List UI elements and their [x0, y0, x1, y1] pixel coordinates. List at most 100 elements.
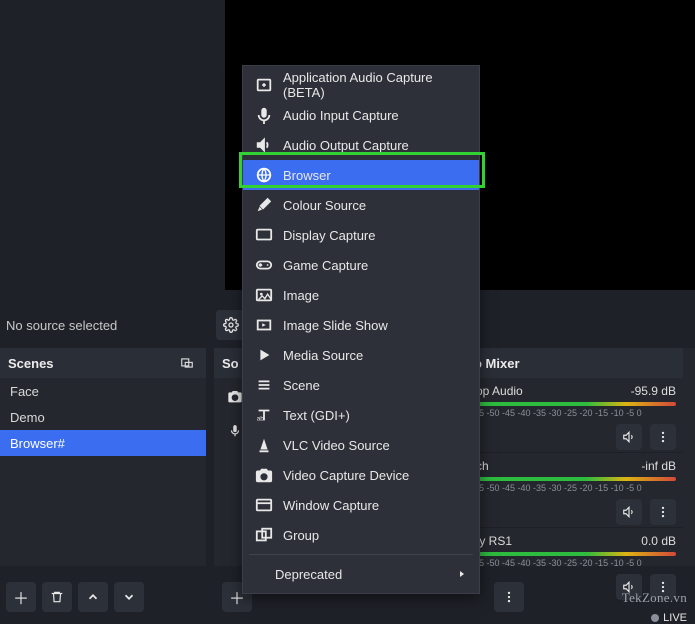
sources-title: So	[222, 356, 239, 371]
list-icon	[255, 376, 273, 394]
menu-separator	[249, 554, 473, 555]
menu-item-text-gdi[interactable]: abText (GDI+)	[243, 400, 479, 430]
channel-name: op Audio	[476, 384, 523, 398]
gamepad-icon	[255, 256, 273, 274]
meter-ticks: -5 -50 -45 -40 -35 -30 -25 -20 -15 -10 -…	[476, 558, 676, 568]
live-label: LIVE	[663, 612, 687, 624]
mute-button[interactable]	[616, 424, 642, 450]
mixer-header: o Mixer	[466, 348, 686, 378]
detach-icon	[180, 356, 194, 370]
menu-item-label: Game Capture	[283, 258, 368, 273]
mixer-menu-button[interactable]	[494, 582, 524, 612]
slideshow-icon	[255, 316, 273, 334]
globe-icon	[255, 166, 273, 184]
mixer-toolbar	[494, 582, 524, 612]
menu-item-label: Media Source	[283, 348, 363, 363]
menu-item-vlc-video-source[interactable]: VLC Video Source	[243, 430, 479, 460]
remove-scene-button[interactable]	[42, 582, 72, 612]
menu-item-image-slide-show[interactable]: Image Slide Show	[243, 310, 479, 340]
live-dot-icon	[651, 614, 659, 622]
menu-item-group[interactable]: Group	[243, 520, 479, 550]
move-scene-down-button[interactable]	[114, 582, 144, 612]
channel-menu-button[interactable]	[650, 499, 676, 525]
scenes-panel: Scenes FaceDemoBrowser#	[0, 348, 206, 566]
level-meter	[476, 477, 676, 481]
mixer-body: op Audio -95.9 dB -5 -50 -45 -40 -35 -30 -…	[466, 378, 686, 603]
menu-item-media-source[interactable]: Media Source	[243, 340, 479, 370]
channel-name: ty RS1	[476, 534, 512, 548]
app-audio-icon	[255, 76, 273, 94]
play-icon	[255, 346, 273, 364]
mic-icon	[228, 424, 242, 438]
menu-item-colour-source[interactable]: Colour Source	[243, 190, 479, 220]
more-vertical-icon	[656, 505, 670, 519]
menu-item-video-capture-device[interactable]: Video Capture Device	[243, 460, 479, 490]
move-scene-up-button[interactable]	[78, 582, 108, 612]
speaker-icon	[622, 505, 636, 519]
menu-item-game-capture[interactable]: Game Capture	[243, 250, 479, 280]
camera-icon	[255, 466, 273, 484]
camera-icon	[227, 389, 243, 405]
menu-item-label: Application Audio Capture (BETA)	[283, 70, 467, 100]
mixer-channel: ch-inf dB-5 -50 -45 -40 -35 -30 -25 -20 …	[466, 453, 686, 528]
speaker-icon	[622, 430, 636, 444]
menu-item-label: Deprecated	[275, 567, 342, 582]
menu-item-audio-input-capture[interactable]: Audio Input Capture	[243, 100, 479, 130]
menu-item-label: Display Capture	[283, 228, 376, 243]
text-icon: ab	[255, 406, 273, 424]
menu-item-label: VLC Video Source	[283, 438, 390, 453]
audio-mixer-panel: o Mixer op Audio -95.9 dB -5 -50 -45 -40 -…	[466, 348, 686, 566]
trash-icon	[50, 590, 64, 604]
menu-item-browser[interactable]: Browser	[243, 160, 479, 190]
menu-item-label: Video Capture Device	[283, 468, 409, 483]
channel-db: 0.0 dB	[641, 534, 676, 548]
brush-icon	[255, 196, 273, 214]
gear-icon	[223, 317, 239, 333]
chevron-right-icon	[457, 569, 467, 579]
menu-item-scene[interactable]: Scene	[243, 370, 479, 400]
scenes-header: Scenes	[0, 348, 206, 378]
chevron-down-icon	[122, 590, 136, 604]
meter-ticks: -5 -50 -45 -40 -35 -30 -25 -20 -15 -10 -…	[476, 483, 676, 493]
scenes-detach-button[interactable]	[176, 352, 198, 374]
status-bar: No source selected	[0, 310, 210, 340]
more-vertical-icon	[502, 590, 516, 604]
window-icon	[255, 496, 273, 514]
group-icon	[255, 526, 273, 544]
menu-item-display-capture[interactable]: Display Capture	[243, 220, 479, 250]
speaker-out-icon	[255, 136, 273, 154]
meter-ticks: -5 -50 -45 -40 -35 -30 -25 -20 -15 -10 -…	[476, 408, 676, 418]
more-vertical-icon	[656, 430, 670, 444]
scenes-title: Scenes	[8, 356, 54, 371]
menu-item-label: Scene	[283, 378, 320, 393]
svg-text:ab: ab	[257, 415, 265, 422]
image-icon	[255, 286, 273, 304]
scene-item[interactable]: Browser#	[0, 430, 206, 456]
channel-db: -inf dB	[641, 459, 676, 473]
add-scene-button[interactable]	[6, 582, 36, 612]
level-meter	[476, 552, 676, 556]
scenes-list[interactable]: FaceDemoBrowser#	[0, 378, 206, 456]
scene-item[interactable]: Face	[0, 378, 206, 404]
menu-item-label: Browser	[283, 168, 331, 183]
scene-item[interactable]: Demo	[0, 404, 206, 430]
channel-db: -95.9 dB	[631, 384, 676, 398]
menu-item-label: Window Capture	[283, 498, 379, 513]
menu-item-image[interactable]: Image	[243, 280, 479, 310]
mixer-title: o Mixer	[474, 356, 520, 371]
level-meter	[476, 402, 676, 406]
menu-item-window-capture[interactable]: Window Capture	[243, 490, 479, 520]
chevron-up-icon	[86, 590, 100, 604]
right-edge-panel	[683, 348, 695, 566]
channel-menu-button[interactable]	[650, 424, 676, 450]
menu-item-application-audio-capture-beta[interactable]: Application Audio Capture (BETA)	[243, 70, 479, 100]
menu-item-label: Image	[283, 288, 319, 303]
live-indicator: LIVE	[651, 612, 687, 624]
mute-button[interactable]	[616, 499, 642, 525]
menu-item-audio-output-capture[interactable]: Audio Output Capture	[243, 130, 479, 160]
mixer-channel: op Audio -95.9 dB -5 -50 -45 -40 -35 -30 -…	[466, 378, 686, 453]
menu-item-label: Audio Output Capture	[283, 138, 409, 153]
menu-item-deprecated[interactable]: Deprecated	[243, 559, 479, 589]
scenes-toolbar	[6, 582, 144, 612]
screen-icon	[255, 226, 273, 244]
